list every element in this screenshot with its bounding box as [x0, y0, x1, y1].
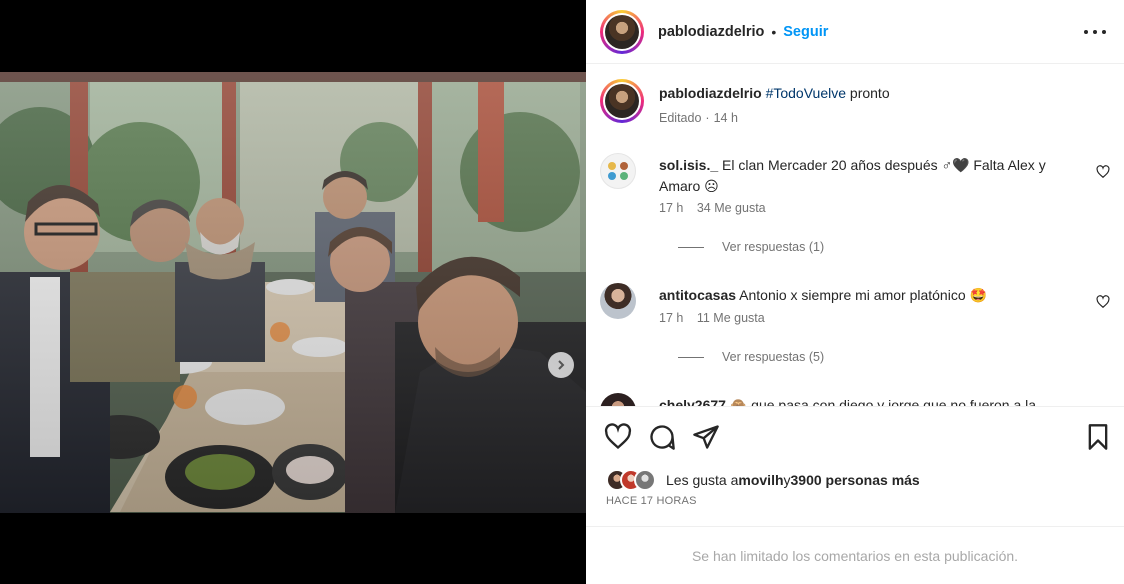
- caption-meta: Editado · 14 h: [659, 111, 748, 125]
- view-replies-label: Ver respuestas (5): [722, 350, 825, 364]
- cartoon-avatar-icon: [608, 162, 628, 180]
- follow-button[interactable]: Seguir: [783, 24, 828, 40]
- comment-text: antitocasas Antonio x siempre mi amor pl…: [659, 285, 1079, 306]
- likes-prefix: Les gusta a: [666, 472, 739, 488]
- caption-username[interactable]: pablodiazdelrio: [659, 85, 762, 101]
- comment-likes[interactable]: 34 Me gusta: [697, 201, 766, 215]
- comment-like-icon[interactable]: [1096, 295, 1110, 309]
- comments-list[interactable]: pablodiazdelrio #TodoVuelve pronto Edita…: [586, 65, 1124, 406]
- likes-middle: y: [783, 472, 791, 488]
- post-side-panel: pablodiazdelrio • Seguir pablodiazdelrio…: [586, 0, 1124, 584]
- comments-limited-text: Se han limitado los comentarios en esta …: [691, 547, 1019, 564]
- post-time[interactable]: HACE 17 HORAS: [606, 495, 697, 507]
- view-replies-button[interactable]: Ver respuestas (1): [678, 240, 824, 254]
- caption-hashtag[interactable]: #TodoVuelve: [766, 85, 846, 101]
- chevron-right-icon: [558, 360, 565, 370]
- commenter-username[interactable]: sol.isis._: [659, 157, 718, 173]
- caption-author-avatar[interactable]: [600, 79, 644, 123]
- comment-body: 🙈 que pasa con diego y jorge que no fuer…: [729, 397, 1037, 406]
- commenter-avatar[interactable]: [600, 283, 636, 319]
- comment-likes[interactable]: 11 Me gusta: [697, 311, 765, 325]
- caption-text: pablodiazdelrio #TodoVuelve pronto: [659, 83, 1079, 104]
- likes-summary: Les gusta a movilh y 3900 personas más: [606, 469, 920, 491]
- author-avatar[interactable]: [600, 9, 644, 54]
- comment-text: chely2677 🙈 que pasa con diego y jorge q…: [659, 395, 1079, 406]
- paper-plane-icon[interactable]: [692, 423, 720, 451]
- caption-edited-label: Editado: [659, 111, 702, 125]
- heart-icon[interactable]: [604, 423, 632, 451]
- commenter-avatar[interactable]: [600, 393, 636, 406]
- comment-meta: 17 h 34 Me gusta: [659, 201, 776, 215]
- liker-avatars[interactable]: [606, 469, 662, 491]
- author-username[interactable]: pablodiazdelrio: [658, 24, 764, 40]
- more-options-icon: [1084, 30, 1088, 34]
- caption-meta-separator: ·: [705, 111, 710, 125]
- view-replies-label: Ver respuestas (1): [722, 240, 825, 254]
- likes-count[interactable]: 3900 personas más: [791, 472, 920, 488]
- caption-body: pronto: [846, 85, 890, 101]
- carousel-next-button[interactable]: [548, 352, 574, 378]
- caption-time: 14 h: [713, 111, 738, 125]
- comment-text: sol.isis._ El clan Mercader 20 años desp…: [659, 155, 1079, 197]
- comment-time: 17 h: [659, 311, 684, 325]
- view-replies-button[interactable]: Ver respuestas (5): [678, 350, 824, 364]
- commenter-username[interactable]: antitocasas: [659, 287, 736, 303]
- post-header: pablodiazdelrio • Seguir: [586, 0, 1124, 64]
- header-separator: •: [771, 23, 777, 40]
- commenter-avatar[interactable]: [600, 153, 636, 189]
- comment-body: Antonio x siempre mi amor platónico 🤩: [739, 287, 987, 303]
- bookmark-icon[interactable]: [1084, 423, 1112, 451]
- comment-bubble-icon[interactable]: [648, 423, 676, 451]
- photo-illustration: [0, 72, 586, 513]
- comment-like-icon[interactable]: [1096, 165, 1110, 179]
- comment-time: 17 h: [659, 201, 684, 215]
- comment-meta: 17 h 11 Me gusta: [659, 311, 775, 325]
- post-media: [0, 0, 586, 584]
- more-options-button[interactable]: [1084, 22, 1106, 42]
- commenter-username[interactable]: chely2677: [659, 397, 726, 406]
- likes-user[interactable]: movilh: [738, 472, 783, 488]
- post-photo[interactable]: [0, 72, 586, 513]
- post-actions: Les gusta a movilh y 3900 personas más H…: [586, 406, 1124, 526]
- comments-limited-notice: Se han limitado los comentarios en esta …: [586, 526, 1124, 584]
